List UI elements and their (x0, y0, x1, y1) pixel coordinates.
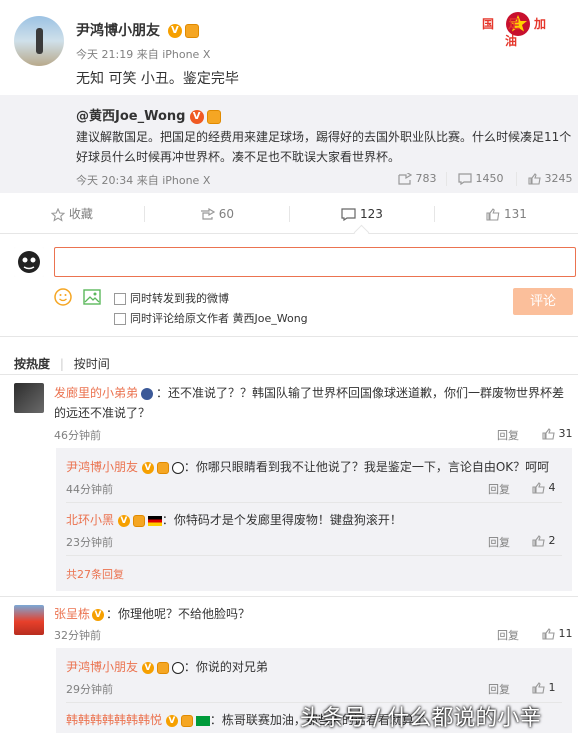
comment-item: 发廊里的小弟弟 ：还不准说了？？韩国队输了世界杯回国像球迷道歉，你们一群废物世界杯… (54, 383, 570, 423)
repost-author[interactable]: @黄西Joe_Wong V (76, 105, 221, 124)
repost-box: @黄西Joe_Wong V 建议解散国足。把国足的经费用来建足球场，踢得好的去国… (0, 95, 578, 193)
thumbs-up-icon (532, 482, 545, 494)
post-author[interactable]: 尹鸿博小朋友 V (76, 20, 199, 40)
member-medal-icon (156, 461, 169, 474)
forward-icon (200, 208, 215, 220)
more-replies-link[interactable]: 共27条回复 (66, 566, 124, 582)
reply-like-button[interactable]: 2 (532, 534, 556, 547)
forward-button[interactable]: 60 (145, 195, 289, 233)
reply-list: 尹鸿博小朋友 V ：你哪只眼睛看到我不让他说了？我是鉴定一下，言论自由OK？呵呵 … (56, 448, 572, 591)
reply-item: 尹鸿博小朋友 V ：你哪只眼睛看到我不让他说了？我是鉴定一下，言论自由OK？呵呵 (66, 460, 550, 474)
commenter-avatar[interactable] (14, 383, 44, 413)
reply-time: 44分钟前 (66, 483, 113, 496)
verified-icon: V (165, 714, 178, 727)
comment-time: 46分钟前 (54, 429, 101, 442)
forward-icon (398, 173, 412, 185)
reply-user[interactable]: 韩韩韩韩韩韩韩悦 (66, 713, 162, 727)
verified-icon: V (92, 608, 105, 621)
member-medal-icon (180, 714, 193, 727)
repost-text-line2: 好球员什么时候再冲世界杯。凑不足也不耽误大家看世界杯。 (76, 150, 401, 164)
panda-icon (171, 461, 184, 474)
watermark: 头条号 / 什么都说的小辛 (300, 706, 542, 731)
comment-input[interactable] (54, 247, 576, 277)
panda-icon (171, 661, 184, 674)
like-button[interactable]: 131 (435, 195, 578, 233)
reply-time: 23分钟前 (66, 536, 113, 549)
level-badge-icon (141, 387, 154, 400)
comment-text-cont: 的远还不准说了？ (54, 406, 151, 420)
thumbs-up-icon (528, 173, 541, 185)
team-logo: 国足加油 (466, 6, 570, 48)
comment-text: ：还不准说了？？韩国队输了世界杯回国像球迷道歉，你们一群废物世界杯差 (156, 386, 565, 400)
reply-button[interactable]: 回复 (488, 681, 510, 697)
post-time-source: 今天 21:19 来自 iPhone X (76, 48, 211, 61)
reply-user[interactable]: 北环小黑 (66, 513, 114, 527)
comment-user[interactable]: 张呈栋 (54, 607, 90, 621)
smiley-icon (54, 288, 72, 306)
composer-avatar (14, 247, 44, 277)
reply-like-button[interactable]: 4 (532, 481, 556, 494)
reply-like-button[interactable]: 1 (532, 681, 556, 694)
germany-flag-icon (147, 515, 162, 526)
verified-icon: V (117, 514, 130, 527)
verified-icon: V (141, 661, 154, 674)
reply-item: 尹鸿博小朋友 V ：你说的对兄弟 (66, 660, 268, 674)
comment-like-button[interactable]: 31 (542, 427, 573, 440)
commenter-avatar[interactable] (14, 605, 44, 635)
repost-time-source: 今天 20:34 来自 iPhone X (76, 174, 211, 187)
option-forward-checkbox[interactable]: 同时转发到我的微博 (114, 290, 229, 306)
member-medal-icon (132, 514, 145, 527)
thumbs-up-icon (532, 682, 545, 694)
reply-button[interactable]: 回复 (488, 534, 510, 550)
member-medal-icon (156, 661, 169, 674)
comment-item: 张呈栋 V ：你理他呢？不给他脸吗？ (54, 605, 250, 622)
reply-button[interactable]: 回复 (488, 481, 510, 497)
comment-icon (458, 173, 472, 185)
thumbs-up-icon (532, 535, 545, 547)
repost-like-button[interactable]: 3245 (528, 172, 573, 185)
reply-user[interactable]: 尹鸿博小朋友 (66, 660, 138, 674)
sort-bar: 按热度 | 按时间 (14, 357, 110, 371)
thumbs-up-icon (542, 428, 555, 440)
verified-icon: V (141, 461, 154, 474)
member-medal-icon (206, 109, 221, 124)
brazil-flag-icon (195, 715, 210, 726)
verified-icon: V (167, 24, 182, 38)
repost-text-line1: 建议解散国足。把国足的经费用来建足球场，踢得好的去国外职业队比赛。什么时候凑足1… (76, 130, 572, 144)
verified-icon: V (189, 109, 204, 124)
picture-icon (83, 289, 101, 305)
sort-time-tab[interactable]: 按时间 (74, 357, 110, 371)
comment-user[interactable]: 发廊里的小弟弟 (54, 386, 138, 400)
thumbs-up-icon (542, 628, 555, 640)
comment-time: 32分钟前 (54, 629, 101, 642)
checkbox[interactable] (114, 313, 126, 325)
action-bar: 收藏 60 123 131 (0, 195, 578, 241)
checkbox[interactable] (114, 293, 126, 305)
post-text: 无知 可笑 小丑。鉴定完毕 (76, 71, 239, 87)
author-avatar[interactable] (14, 16, 64, 66)
emoji-button[interactable] (54, 288, 72, 309)
comment-like-button[interactable]: 11 (542, 627, 573, 640)
thumbs-up-icon (486, 208, 500, 221)
member-medal-icon (184, 24, 199, 38)
reply-user[interactable]: 尹鸿博小朋友 (66, 460, 138, 474)
sort-hot-tab[interactable]: 按热度 (14, 357, 50, 371)
reply-button[interactable]: 回复 (497, 427, 519, 443)
reply-time: 29分钟前 (66, 683, 113, 696)
option-comment-author-checkbox[interactable]: 同时评论给原文作者 黄西Joe_Wong (114, 310, 308, 326)
submit-comment-button[interactable]: 评论 (513, 288, 573, 315)
star-icon (51, 207, 66, 222)
comment-icon (341, 208, 356, 221)
reply-item: 北环小黑 V ：你特码才是个发廊里得废物！键盘狗滚开！ (66, 513, 402, 527)
reply-button[interactable]: 回复 (497, 627, 519, 643)
repost-forward-button[interactable]: 783 (398, 172, 437, 185)
favorite-button[interactable]: 收藏 (0, 195, 144, 233)
comment-text: ：你理他呢？不给他脸吗？ (106, 607, 251, 621)
image-button[interactable] (83, 289, 101, 308)
repost-comment-button[interactable]: 1450 (458, 172, 504, 185)
